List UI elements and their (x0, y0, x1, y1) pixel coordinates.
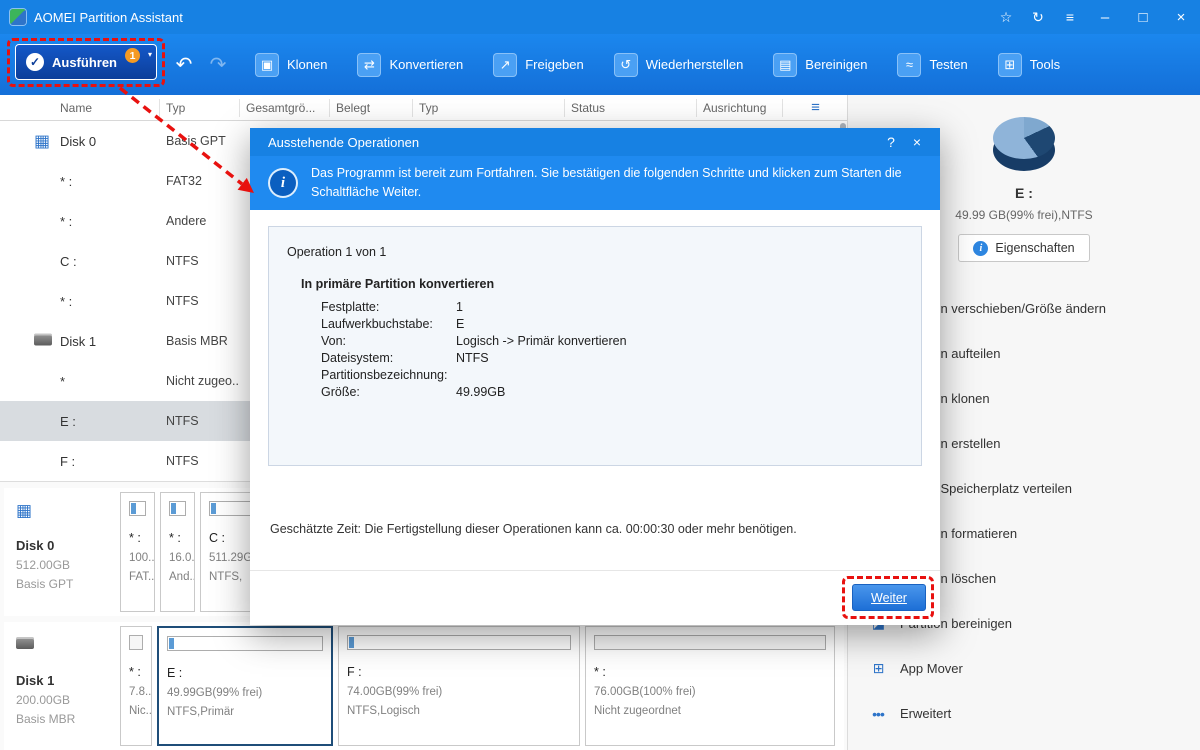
field-label: Von: (321, 334, 347, 348)
maximize-button[interactable]: □ (1124, 0, 1162, 34)
dialog-footer: Weiter (250, 570, 940, 625)
convert-icon: ⇄ (357, 52, 382, 77)
disk-gpt-icon: ▦ (16, 501, 33, 520)
restore-icon: ↺ (613, 52, 638, 77)
field-value: Logisch -> Primär konvertieren (456, 334, 627, 348)
menu-icon[interactable]: ≡ (1054, 0, 1086, 34)
view-list-icon[interactable]: ≡ (811, 99, 820, 116)
close-button[interactable]: × (1162, 0, 1200, 34)
info-icon: i (973, 240, 989, 256)
clone-button[interactable]: ▣ Klonen (255, 52, 327, 77)
field-label: Laufwerkbuchstabe: (321, 317, 433, 331)
properties-button[interactable]: i Eigenschaften (958, 234, 1090, 262)
field-value: 49.99GB (456, 385, 506, 399)
dialog-info-banner: i Das Programm ist bereit zum Fortfahren… (250, 156, 940, 210)
advanced-ellipsis-icon: ••• (872, 705, 885, 722)
menu-item-advanced[interactable]: ••• Erweitert (848, 691, 1200, 736)
capacity-bar (167, 636, 323, 651)
capacity-bar (129, 501, 146, 516)
partition-block[interactable]: * : 7.8... Nic... (120, 626, 152, 746)
disk-gpt-icon: ▦ (34, 131, 51, 151)
capacity-bar (594, 635, 826, 650)
app-window: AOMEI Partition Assistant ☆ ↻ ≡ – □ × ✓ … (0, 0, 1200, 750)
test-icon: ≈ (897, 52, 922, 77)
app-mover-icon: ⊞ (872, 660, 885, 676)
field-value: 1 (456, 300, 463, 314)
partition-block-f[interactable]: F : 74.00GB(99% frei) NTFS,Logisch (338, 626, 580, 746)
column-header-status[interactable]: Status (565, 98, 697, 117)
capacity-bar (347, 635, 571, 650)
info-icon: i (270, 170, 296, 196)
undo-icon[interactable]: ↶ (172, 52, 196, 77)
column-header-type[interactable]: Typ (160, 98, 240, 117)
toolbar-buttons: ▣ Klonen ⇄ Konvertieren ↗ Freigeben ↺ Wi… (255, 34, 1060, 95)
disk1-panel: Disk 1 200.00GB Basis MBR * : 7.8... Nic… (4, 622, 844, 750)
partition-block[interactable]: * : 16.0... And... (160, 492, 195, 612)
capacity-bar (169, 501, 186, 516)
wipe-icon: ▤ (773, 52, 798, 77)
test-button[interactable]: ≈ Testen (897, 52, 968, 77)
volume-pie-chart (993, 117, 1055, 175)
operation-summary-panel: Operation 1 von 1 In primäre Partition k… (268, 226, 922, 466)
column-header-alignment[interactable]: Ausrichtung (697, 98, 783, 117)
dialog-titlebar: Ausstehende Operationen ? × (250, 128, 940, 156)
partition-block-unallocated[interactable]: * : 76.00GB(100% frei) Nicht zugeordnet (585, 626, 835, 746)
estimate-text: Geschätzte Zeit: Die Fertigstellung dies… (270, 522, 797, 536)
tools-icon: ⊞ (997, 52, 1022, 77)
field-label: Partitionsbezeichnung: (321, 368, 448, 382)
operation-count: Operation 1 von 1 (287, 245, 387, 259)
partition-block-e-selected[interactable]: E : 49.99GB(99% frei) NTFS,Primär (157, 626, 333, 746)
column-header-parttype[interactable]: Typ (413, 98, 565, 117)
disk0-info[interactable]: ▦ Disk 0 512.00GB Basis GPT (8, 492, 120, 612)
disk1-info[interactable]: Disk 1 200.00GB Basis MBR (8, 626, 120, 746)
app-title: AOMEI Partition Assistant (34, 9, 183, 25)
annotation-next-highlight (842, 576, 934, 619)
capacity-bar (129, 635, 143, 650)
share-icon: ↗ (493, 52, 518, 77)
restore-button[interactable]: ↺ Wiederherstellen (613, 52, 743, 77)
refresh-icon[interactable]: ↻ (1022, 0, 1054, 34)
column-header-capacity[interactable]: Gesamtgrö... (240, 98, 330, 117)
disk-hdd-icon (34, 333, 52, 349)
titlebar: AOMEI Partition Assistant ☆ ↻ ≡ – □ × (0, 0, 1200, 34)
redo-icon[interactable]: ↷ (206, 52, 230, 77)
dialog-title: Ausstehende Operationen (268, 134, 420, 150)
annotation-execute-highlight (7, 38, 165, 87)
partition-block[interactable]: * : 100... FAT... (120, 492, 155, 612)
operation-title: In primäre Partition konvertieren (301, 277, 495, 291)
table-header: Name Typ Gesamtgrö... Belegt Typ Status … (0, 95, 847, 121)
field-label: Größe: (321, 385, 360, 399)
field-value: NTFS (456, 351, 489, 365)
toolbar: ✓ Ausführen 1 ▾ ↶ ↷ ▣ Klonen ⇄ Konvertie… (0, 34, 1200, 95)
field-label: Festplatte: (321, 300, 380, 314)
dialog-close-icon[interactable]: × (904, 128, 930, 156)
column-header-used[interactable]: Belegt (330, 98, 413, 117)
dialog-help-icon[interactable]: ? (878, 128, 904, 156)
pending-operations-dialog: Ausstehende Operationen ? × i Das Progra… (250, 128, 940, 625)
favorite-star-icon[interactable]: ☆ (990, 0, 1022, 34)
tools-button[interactable]: ⊞ Tools (997, 52, 1060, 77)
convert-button[interactable]: ⇄ Konvertieren (357, 52, 463, 77)
field-value: E (456, 317, 465, 331)
app-logo-icon (10, 9, 26, 25)
disk-hdd-icon (16, 636, 120, 654)
dialog-info-text: Das Programm ist bereit zum Fortfahren. … (311, 165, 902, 199)
minimize-button[interactable]: – (1086, 0, 1124, 34)
clone-icon: ▣ (255, 52, 279, 77)
field-label: Dateisystem: (321, 351, 394, 365)
menu-item-app-mover[interactable]: ⊞ App Mover (848, 646, 1200, 691)
column-header-name[interactable]: Name (0, 98, 160, 117)
share-button[interactable]: ↗ Freigeben (493, 52, 584, 77)
wipe-button[interactable]: ▤ Bereinigen (773, 52, 867, 77)
